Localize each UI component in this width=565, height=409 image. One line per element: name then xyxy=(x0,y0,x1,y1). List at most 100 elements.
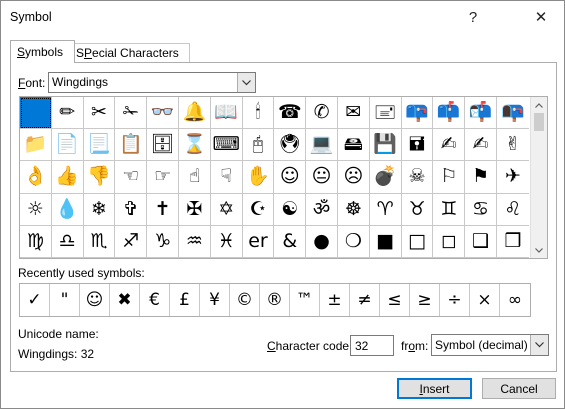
recent-symbol-cell[interactable]: ™ xyxy=(290,284,320,316)
symbol-cell[interactable]: ☯ xyxy=(274,193,307,226)
symbol-cell[interactable]: ☺ xyxy=(274,161,307,194)
symbol-cell[interactable]: 👓 xyxy=(147,97,179,130)
symbol-cell[interactable]: 🖴 xyxy=(337,129,370,162)
symbol-cell[interactable]: 💧 xyxy=(51,193,84,226)
symbol-cell[interactable]: ✝ xyxy=(147,193,179,226)
symbol-cell[interactable]: ✉ xyxy=(337,97,370,130)
symbol-cell[interactable]: ⚑ xyxy=(465,161,497,194)
symbol-cell[interactable]: ♎ xyxy=(51,225,84,258)
symbol-cell[interactable]: ✂ xyxy=(83,97,116,130)
symbol-cell[interactable]: ♋ xyxy=(465,193,497,226)
recent-symbol-cell[interactable]: ✓ xyxy=(20,284,50,316)
symbol-cell[interactable]: 📁 xyxy=(20,129,52,162)
symbol-cell[interactable]: ♊ xyxy=(433,193,466,226)
scroll-thumb[interactable] xyxy=(534,113,544,131)
recent-symbol-cell[interactable]: ± xyxy=(320,284,350,316)
font-select-dropdown[interactable] xyxy=(237,73,255,92)
symbol-cell[interactable]: ● xyxy=(306,225,338,258)
symbol-cell[interactable]: ☞ xyxy=(147,161,179,194)
symbol-cell[interactable]: ❄ xyxy=(83,193,116,226)
symbol-cell[interactable]: ☠ xyxy=(401,161,434,194)
symbol-cell[interactable]: ⌛ xyxy=(178,129,211,162)
symbol-cell[interactable]: ☝ xyxy=(178,161,211,194)
symbol-cell[interactable]: 📪 xyxy=(401,97,434,130)
symbol-cell[interactable]: 🗄 xyxy=(147,129,179,162)
recent-symbol-cell[interactable]: £ xyxy=(170,284,200,316)
symbol-cell[interactable]: ✁ xyxy=(115,97,148,130)
tab-special-characters[interactable]: SPecial Characters xyxy=(69,43,190,63)
symbol-cell[interactable]: ♒ xyxy=(178,225,211,258)
symbol-cell[interactable]: 🖰 xyxy=(242,129,275,162)
recent-symbol-cell[interactable]: " xyxy=(50,284,80,316)
symbol-cell[interactable]: 🖬 xyxy=(401,129,434,162)
recent-symbols[interactable]: ✓ " ☺ ✖ € £ ¥ © ® ™ ± ≠ ≤ ≥ ÷ × ∞ xyxy=(19,283,531,317)
symbol-cell[interactable]: 🖲 xyxy=(274,129,307,162)
symbol-cell[interactable]: 💣 xyxy=(369,161,402,194)
recent-symbol-cell[interactable]: ¥ xyxy=(200,284,230,316)
symbol-cell[interactable]: ✏ xyxy=(51,97,84,130)
symbol-cell[interactable]: 🔔 xyxy=(178,97,211,130)
recent-symbol-cell[interactable]: × xyxy=(470,284,500,316)
grid-scrollbar[interactable] xyxy=(530,97,547,258)
symbol-cell[interactable]: ♍ xyxy=(20,225,52,258)
scroll-down-icon[interactable] xyxy=(531,243,547,257)
symbol-cell[interactable]: ♈ xyxy=(369,193,402,226)
symbol-cell[interactable]: ☜ xyxy=(115,161,148,194)
recent-symbol-cell[interactable]: ≥ xyxy=(410,284,440,316)
symbol-cell[interactable]: ✡ xyxy=(210,193,243,226)
symbol-cell[interactable]: ✌ xyxy=(496,129,529,162)
symbol-cell[interactable]: ♐ xyxy=(115,225,148,258)
symbol-cell[interactable]: 📭 xyxy=(496,97,529,130)
symbol-cell[interactable]: ♉ xyxy=(401,193,434,226)
symbol-cell[interactable]: 💾 xyxy=(369,129,402,162)
symbol-cell[interactable]: ✍ xyxy=(465,129,497,162)
recent-symbol-cell[interactable]: € xyxy=(140,284,170,316)
recent-symbol-cell[interactable]: ≠ xyxy=(350,284,380,316)
recent-symbol-cell[interactable]: © xyxy=(230,284,260,316)
symbol-cell-selected[interactable] xyxy=(20,97,52,130)
symbol-cell[interactable]: ♌ xyxy=(496,194,529,226)
recent-symbol-cell[interactable]: ÷ xyxy=(440,284,470,316)
symbol-cell[interactable]: ⚐ xyxy=(433,161,466,194)
symbol-cell[interactable]: ✠ xyxy=(178,193,211,226)
symbol-cell[interactable]: ☟ xyxy=(210,161,243,194)
symbol-cell[interactable]: ♏ xyxy=(83,225,116,258)
symbol-cell[interactable]: ☹ xyxy=(337,161,370,194)
symbol-cell[interactable]: ◻ xyxy=(433,225,466,258)
tab-symbols[interactable]: Symbols xyxy=(10,40,75,63)
symbol-cell[interactable]: ☪ xyxy=(242,193,275,226)
recent-symbol-cell[interactable]: ☺ xyxy=(80,284,110,316)
symbol-cell[interactable]: 💻 xyxy=(306,129,338,162)
symbol-cell[interactable]: 👌 xyxy=(20,161,52,194)
symbol-cell[interactable]: ❒ xyxy=(496,226,529,258)
help-button[interactable]: ? xyxy=(450,1,496,33)
symbol-cell[interactable]: ❍ xyxy=(337,225,370,258)
symbol-cell[interactable]: 👎 xyxy=(83,161,116,194)
recent-symbol-cell[interactable]: ✖ xyxy=(110,284,140,316)
symbol-cell[interactable]: ✋ xyxy=(242,161,275,194)
symbol-cell[interactable]: & xyxy=(274,225,307,258)
font-select[interactable]: Wingdings xyxy=(48,72,256,93)
symbol-cell[interactable]: ॐ xyxy=(306,193,338,226)
symbol-cell[interactable]: ✞ xyxy=(115,193,148,226)
recent-symbol-cell[interactable]: ≤ xyxy=(380,284,410,316)
recent-symbol-cell[interactable]: ® xyxy=(260,284,290,316)
symbol-grid[interactable]: ✏ ✂ ✁ 👓 🔔 📖 🕯 ☎ ✆ ✉ 🖃 📪 📫 📬 📭 📁 📄 📃 📋 🗄 ⌛ ⌨ 🖰 🖲 💻 🖴 💾 🖬 ✍ ✍ ✌ 👌 👍 👎 ☜ ☞ ☝ ☟ ✋ ☺… xyxy=(20,97,530,258)
symbol-cell[interactable]: 📬 xyxy=(465,97,497,130)
symbol-cell[interactable]: 📋 xyxy=(115,129,148,162)
insert-button[interactable]: Insert xyxy=(397,378,472,399)
close-button[interactable]: ✕ xyxy=(518,1,564,33)
symbol-cell[interactable]: er xyxy=(242,225,275,258)
symbol-cell[interactable]: 📃 xyxy=(83,129,116,162)
scroll-up-icon[interactable] xyxy=(531,98,547,112)
symbol-cell[interactable]: ☸ xyxy=(337,193,370,226)
symbol-cell[interactable]: 🕯 xyxy=(242,97,275,130)
from-select[interactable]: Symbol (decimal) xyxy=(431,334,549,356)
symbol-cell[interactable]: ♓ xyxy=(210,225,243,258)
symbol-cell[interactable]: 📫 xyxy=(433,97,466,130)
symbol-cell[interactable]: ■ xyxy=(369,225,402,258)
character-code-input[interactable]: 32 xyxy=(350,335,394,356)
symbol-cell[interactable]: 📖 xyxy=(210,97,243,130)
symbol-cell[interactable]: ♑ xyxy=(147,225,179,258)
symbol-cell[interactable]: 😐 xyxy=(306,161,338,194)
